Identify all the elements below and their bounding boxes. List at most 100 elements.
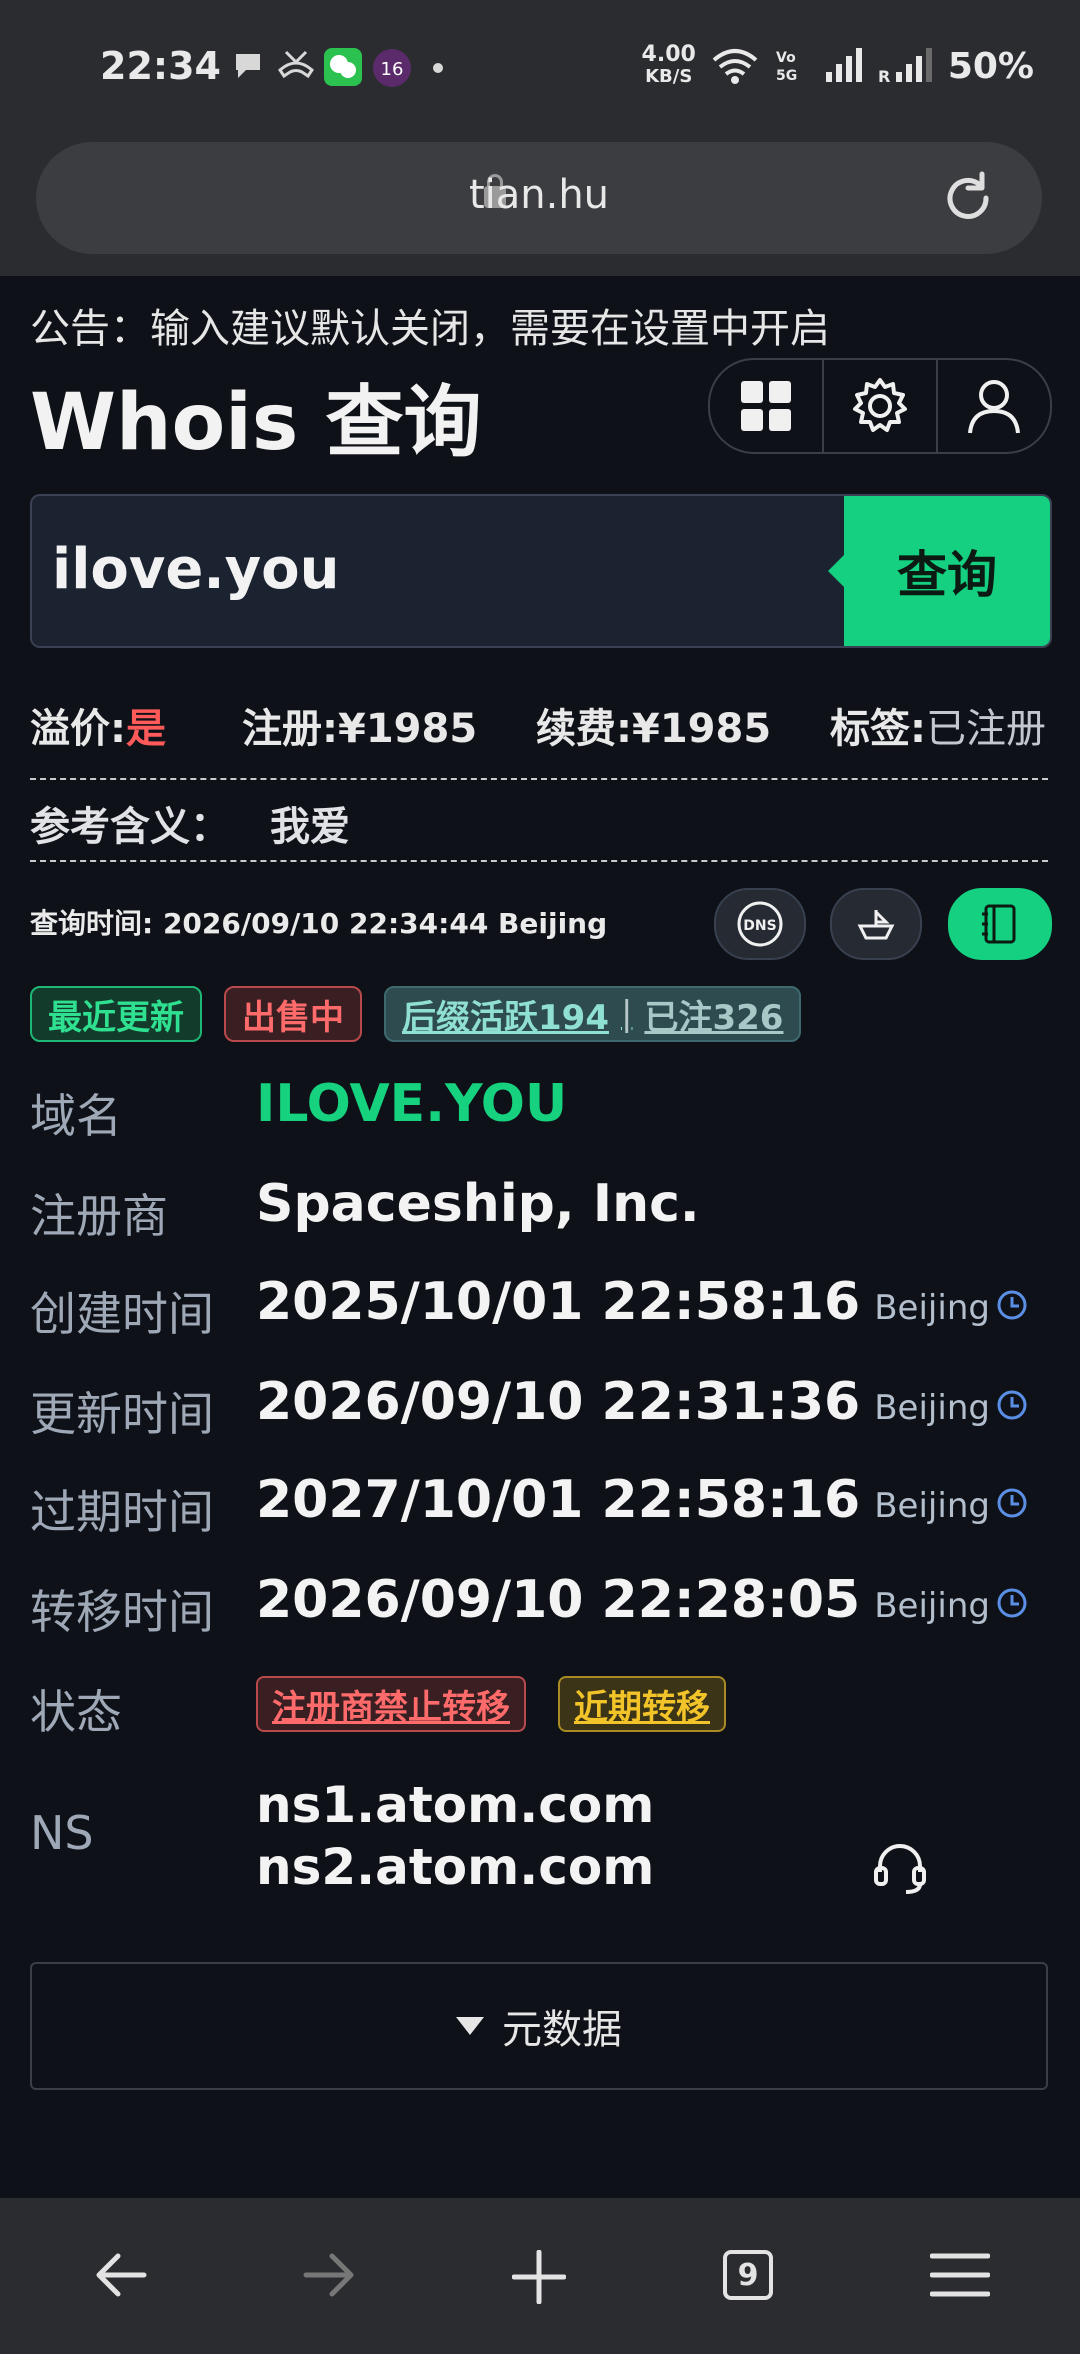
clock-icon[interactable]	[996, 1289, 1028, 1321]
expires-row: 过期时间 2027/10/01 22:58:16 Beijing	[30, 1462, 1048, 1552]
chat-icon	[236, 54, 260, 78]
grid-icon	[741, 381, 791, 431]
updated-value: 2026/09/10 22:31:36	[256, 1372, 861, 1432]
svg-text:16: 16	[381, 59, 404, 80]
timezone: Beijing	[874, 1486, 990, 1526]
created-value: 2025/10/01 22:58:16	[256, 1272, 861, 1332]
domain-value: ILOVE.YOU	[256, 1074, 568, 1134]
net-speed: 4.00	[641, 42, 696, 67]
clock-icon[interactable]	[996, 1587, 1028, 1619]
url-text: tian.hu	[468, 172, 610, 218]
meaning-row: 参考含义： 我爱	[30, 794, 350, 852]
page-title: Whois 查询	[30, 378, 482, 468]
notebook-icon	[982, 904, 1016, 944]
wifi-icon	[712, 49, 758, 84]
status-row: 状态	[30, 1662, 1048, 1752]
status-bar: 22:34 16 4.00 KB/S Vo 5G R 50%	[0, 0, 1080, 140]
forward-icon[interactable]	[302, 2250, 356, 2300]
domain-search-input[interactable]	[50, 536, 834, 603]
address-bar[interactable]: tian.hu	[36, 142, 1042, 254]
registrar-value: Spaceship, Inc.	[256, 1174, 700, 1234]
suffix-active-link[interactable]: 后缀活跃194	[402, 990, 609, 1039]
expires-label: 过期时间	[30, 1485, 214, 1539]
net-unit: KB/S	[645, 66, 693, 87]
created-label: 创建时间	[30, 1287, 214, 1341]
divider	[30, 860, 1048, 862]
domain-row: 域名 ILOVE.YOU	[30, 1066, 1048, 1156]
tag-label: 标签:	[830, 706, 926, 752]
recently-updated-tag: 最近更新	[30, 986, 202, 1042]
notes-button[interactable]	[948, 888, 1052, 960]
boat-icon	[857, 910, 895, 940]
transfer-value: 2026/09/10 22:28:05	[256, 1570, 861, 1630]
suffix-stats-tag[interactable]: 后缀活跃194 | 已注326	[384, 986, 802, 1042]
dns-button[interactable]: DNS	[714, 888, 806, 960]
ns-label: NS	[30, 1806, 94, 1860]
meaning-label: 参考含义：	[30, 804, 230, 850]
dns-icon: DNS	[737, 901, 783, 947]
updated-row: 更新时间 2026/09/10 22:31:36 Beijing	[30, 1364, 1048, 1454]
status-label: 状态	[30, 1685, 122, 1739]
toolbar-group	[708, 358, 1052, 454]
settings-button[interactable]	[822, 360, 936, 452]
menu-icon[interactable]	[930, 2250, 990, 2300]
svg-text:Vo: Vo	[776, 50, 796, 66]
back-icon[interactable]	[94, 2250, 148, 2300]
wechat-icon	[324, 48, 362, 86]
domain-label: 域名	[30, 1089, 122, 1143]
reload-icon[interactable]	[938, 168, 998, 228]
renew-label: 续费:	[536, 706, 632, 752]
browser-toolbar: tian.hu	[0, 140, 1080, 276]
account-button[interactable]	[936, 360, 1050, 452]
metadata-toggle[interactable]: 元数据	[30, 1962, 1048, 2090]
updated-label: 更新时间	[30, 1387, 214, 1441]
created-row: 创建时间 2025/10/01 22:58:16 Beijing	[30, 1264, 1048, 1354]
svg-text:DNS: DNS	[743, 918, 776, 934]
expires-value: 2027/10/01 22:58:16	[256, 1470, 861, 1530]
for-sale-tag[interactable]: 出售中	[224, 986, 362, 1042]
svg-text:5G: 5G	[776, 68, 797, 84]
missed-call-icon	[278, 50, 314, 79]
signal-1-icon	[825, 48, 862, 82]
status-transfer-prohibited[interactable]: 注册商禁止转移	[256, 1676, 526, 1732]
timezone: Beijing	[874, 1586, 990, 1626]
meaning-value: 我爱	[270, 804, 350, 850]
tab-switcher[interactable]: 9	[723, 2250, 773, 2300]
status-recent-transfer[interactable]: 近期转移	[558, 1676, 726, 1732]
caret-down-icon	[456, 2017, 484, 2035]
premium-label: 溢价:	[30, 706, 126, 752]
plus-icon[interactable]	[512, 2250, 566, 2304]
apps-button[interactable]	[710, 360, 822, 452]
metadata-label: 元数据	[502, 2007, 622, 2053]
timezone: Beijing	[874, 1288, 990, 1328]
gear-icon	[853, 378, 907, 432]
registrar-row: 注册商 Spaceship, Inc.	[30, 1166, 1048, 1256]
announcement: 公告：输入建议默认关闭，需要在设置中开启	[30, 306, 830, 352]
clock-icon[interactable]	[996, 1487, 1028, 1519]
transfer-label: 转移时间	[30, 1585, 214, 1639]
nameserver-1: ns1.atom.com	[256, 1776, 655, 1834]
signal-2-icon: R	[878, 48, 932, 86]
headset-icon[interactable]	[870, 1840, 930, 1896]
status-time: 22:34	[100, 44, 221, 88]
query-button[interactable]: 查询	[828, 496, 1050, 646]
clock-icon[interactable]	[996, 1389, 1028, 1421]
divider	[30, 778, 1048, 780]
volte-icon: Vo 5G	[776, 50, 797, 84]
tag-value: 已注册	[926, 706, 1046, 752]
timezone: Beijing	[874, 1388, 990, 1428]
market-button[interactable]	[830, 888, 922, 960]
nameserver-2: ns2.atom.com	[256, 1838, 655, 1896]
battery-level: 50%	[947, 45, 1034, 87]
registered-count-link[interactable]: 已注326	[644, 990, 783, 1039]
premium-value: 是	[126, 706, 166, 752]
transfer-row: 转移时间 2026/09/10 22:28:05 Beijing	[30, 1562, 1048, 1652]
registrar-label: 注册商	[30, 1189, 168, 1243]
register-price: ¥1985	[338, 706, 478, 752]
app-badge-icon: 16	[373, 49, 411, 87]
renew-price: ¥1985	[632, 706, 772, 752]
register-label: 注册:	[242, 706, 338, 752]
more-dot-icon	[433, 63, 443, 73]
svg-text:R: R	[878, 67, 890, 86]
search-box: 查询	[30, 494, 1052, 648]
